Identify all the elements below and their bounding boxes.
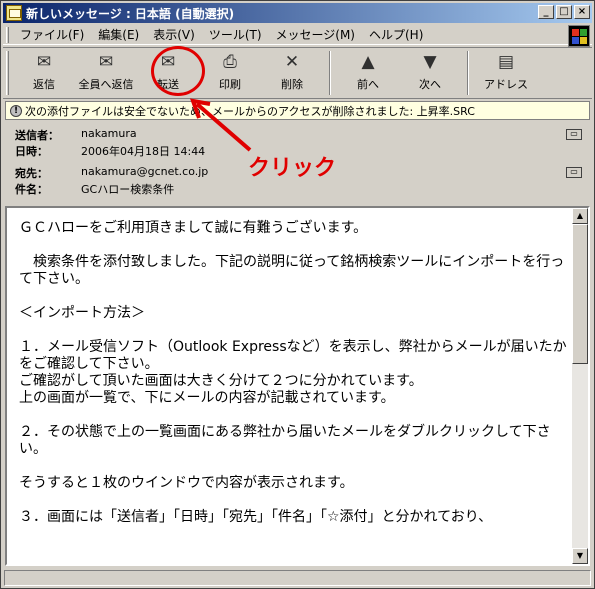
annotation-arrow <box>189 98 252 152</box>
annotation-label: クリック <box>248 156 337 181</box>
